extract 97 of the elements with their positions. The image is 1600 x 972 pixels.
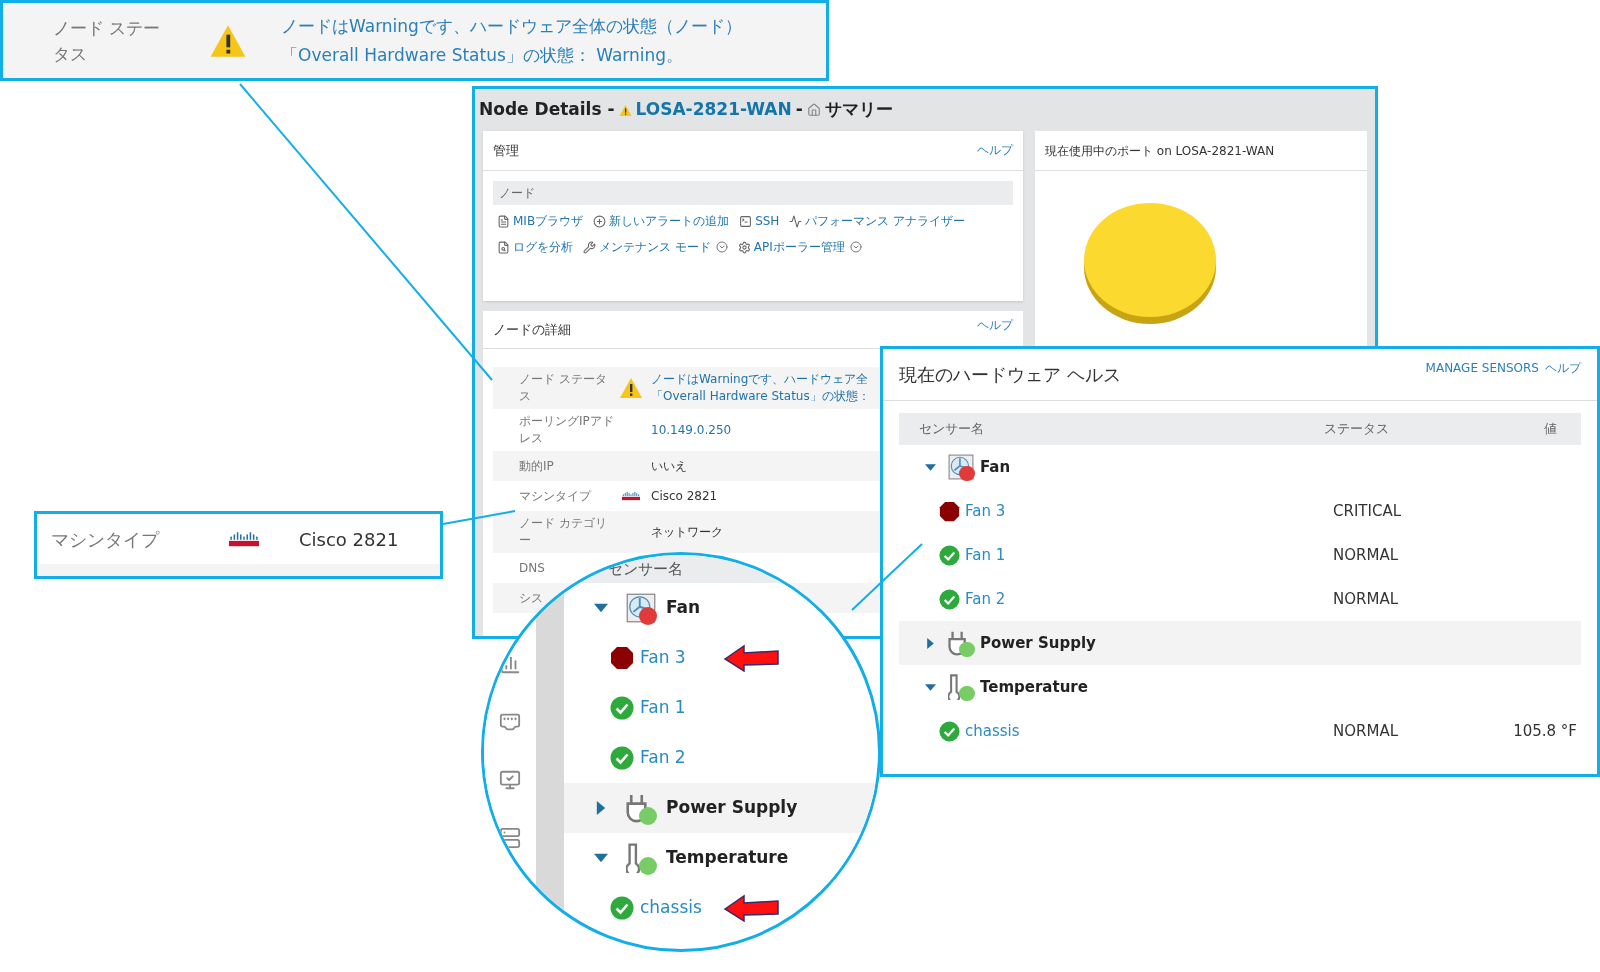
check-icon [610, 746, 634, 770]
sensor-status: NORMAL [1333, 720, 1399, 742]
detail-label: ポーリングIPアドレス [519, 413, 615, 447]
action-link[interactable]: メンテナンス モード [599, 238, 728, 256]
section-header: ノード [493, 181, 1013, 205]
caret-icon[interactable] [594, 801, 608, 815]
group-name: Power Supply [666, 796, 798, 820]
action-link[interactable]: パフォーマンス アナライザー [805, 212, 966, 230]
detail-link[interactable]: 10.149.0.250 [651, 421, 732, 439]
thermometer-icon [626, 843, 640, 873]
panel-title: 現在のハードウェア ヘルス [899, 363, 1121, 387]
sensor-link[interactable]: chassis [640, 894, 780, 922]
column-header: 値 [1544, 419, 1557, 438]
sensor-status: NORMAL [1333, 588, 1399, 610]
sensor-status: NORMAL [1333, 544, 1399, 566]
sensor-group-row[interactable]: Power Supply [564, 783, 878, 833]
monitor-check-icon[interactable] [499, 769, 521, 791]
caret-icon[interactable] [925, 637, 936, 649]
group-name: Fan [666, 596, 701, 620]
sensor-group-row[interactable]: Power Supply [899, 621, 1581, 665]
group-name: Fan [980, 456, 1011, 478]
server-icon[interactable] [499, 827, 521, 849]
detail-label: マシンタイプ [519, 487, 593, 505]
cisco-logo-icon [229, 530, 259, 548]
thermometer-icon [948, 674, 960, 700]
dropdown-icon[interactable] [715, 241, 728, 253]
detail-label: ノード カテゴリー [519, 515, 608, 549]
group-name: Temperature [666, 846, 789, 870]
group-name: Temperature [980, 676, 1088, 698]
status-message[interactable]: ノードはWarningです、ハードウェア全体の状態（ノード） [281, 11, 742, 41]
check-icon [939, 588, 960, 610]
sensor-status: CRITICAL [1333, 500, 1402, 522]
pointer-arrow [724, 644, 780, 672]
page-title: Node Details - [479, 98, 615, 122]
sensor-link[interactable]: Fan 3 [965, 499, 1333, 523]
detail-link[interactable]: 「Overall Hardware Status」の状態： [651, 388, 870, 405]
ethernet-port-icon[interactable] [499, 711, 521, 733]
callout-label: マシンタイプ [51, 527, 161, 552]
detail-label: 動的IP [519, 457, 555, 475]
document-icon [497, 214, 510, 228]
card-title: ノードの詳細 [493, 321, 571, 339]
help-link[interactable]: ヘルプ [977, 141, 1013, 159]
home-icon [806, 103, 821, 117]
critical-icon [939, 500, 960, 522]
chart-icon [789, 214, 803, 228]
sensor-link[interactable]: Fan 2 [640, 745, 710, 771]
caret-icon[interactable] [925, 461, 936, 473]
detail-label: シス [519, 589, 544, 607]
warning-icon [618, 103, 632, 117]
detail-label: DNS [519, 559, 546, 577]
caret-icon[interactable] [925, 681, 936, 693]
critical-icon [610, 646, 634, 670]
action-link[interactable]: ログを分析 [513, 238, 573, 256]
caret-icon[interactable] [594, 851, 608, 865]
sensor-value: 105.8 °F [1513, 720, 1577, 742]
detail-value: Cisco 2821 [651, 487, 718, 505]
sensor-link[interactable]: Fan 1 [965, 543, 1333, 567]
card-title: 現在使用中のポート on LOSA-2821-WAN [1045, 142, 1275, 160]
action-link[interactable]: 新しいアラートの追加 [609, 212, 730, 230]
sensor-link[interactable]: Fan 3 [640, 644, 780, 672]
manage-sensors-link[interactable]: MANAGE SENSORS [1425, 358, 1539, 377]
gear-icon [737, 240, 751, 254]
detail-value: いいえ [651, 457, 687, 475]
status-message[interactable]: 「Overall Hardware Status」の状態： Warning。 [281, 40, 742, 70]
column-header: ステータス [1324, 419, 1390, 438]
action-link[interactable]: MIBブラウザ [513, 212, 584, 230]
callout-value: Cisco 2821 [299, 527, 399, 552]
callout-label: ノード ステータス [53, 16, 162, 66]
group-name: Power Supply [980, 632, 1096, 654]
terminal-icon [739, 214, 753, 228]
help-link[interactable]: ヘルプ [977, 316, 1013, 334]
detail-label: ノード ステータス [519, 371, 608, 405]
help-link[interactable]: ヘルプ [1545, 358, 1581, 377]
add-icon [593, 214, 607, 228]
card-title: 管理 [493, 142, 519, 160]
action-link[interactable]: SSH [755, 212, 780, 230]
caret-icon[interactable] [594, 601, 608, 615]
log-search-icon [497, 240, 510, 254]
sensor-link[interactable]: Fan 2 [965, 587, 1333, 611]
action-link[interactable]: APIポーラー管理 [753, 238, 862, 256]
check-icon [939, 544, 960, 566]
check-icon [939, 720, 960, 742]
detail-link[interactable]: ノードはWarningです、ハードウェア全 [651, 371, 870, 388]
dropdown-icon[interactable] [849, 241, 862, 253]
check-icon [610, 896, 634, 920]
warning-icon [619, 376, 643, 400]
page-name: サマリー [824, 98, 893, 122]
wrench-icon [583, 240, 596, 254]
title-separator: - [795, 98, 803, 122]
sensor-link[interactable]: Fan 1 [640, 695, 710, 721]
cisco-logo-icon [622, 491, 640, 501]
detail-value: ネットワーク [651, 523, 723, 541]
check-icon [610, 696, 634, 720]
pointer-arrow [724, 894, 780, 922]
sensor-link[interactable]: chassis [965, 719, 1333, 743]
node-name-link[interactable]: LOSA-2821-WAN [635, 97, 792, 123]
column-header: センサー名 [919, 419, 985, 438]
